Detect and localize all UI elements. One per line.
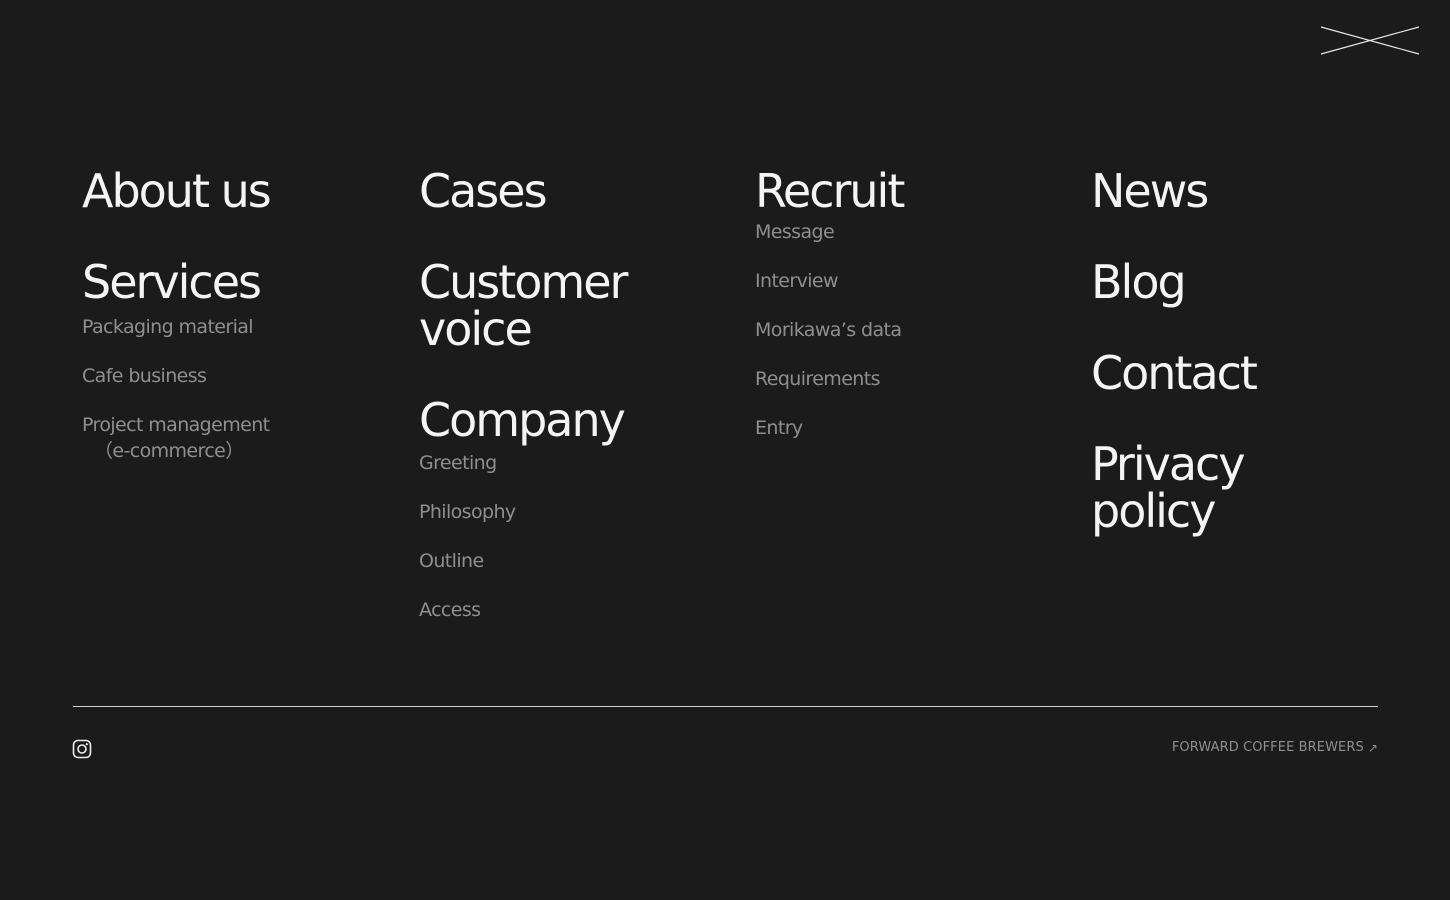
nav-cases[interactable]: Cases [419,168,739,215]
forward-coffee-brewers-link[interactable]: FORWARD COFFEE BREWERS ↗ [1172,740,1378,755]
customer-voice-line2: voice [419,302,533,356]
nav-services[interactable]: Services [82,259,402,306]
project-management-label: Project management [82,414,270,436]
instagram-icon [72,739,92,763]
close-button[interactable] [1320,26,1420,56]
nav-recruit[interactable]: Recruit [755,168,1075,215]
nav-requirements[interactable]: Requirements [755,366,1075,392]
instagram-link[interactable] [72,739,92,759]
nav-news[interactable]: News [1091,168,1411,215]
nav-packaging-material[interactable]: Packaging material [82,314,402,340]
brand-link-label: FORWARD COFFEE BREWERS [1171,740,1364,755]
customer-voice-line1: Customer [419,255,628,309]
close-icon [1320,26,1420,56]
nav-column-1: About us Services Packaging material Caf… [82,168,402,508]
nav-about-us[interactable]: About us [82,168,402,215]
nav-company[interactable]: Company [419,397,739,444]
footer-divider [73,706,1378,707]
nav-column-2: Cases Customer voice Company Greeting Ph… [419,168,739,667]
nav-blog[interactable]: Blog [1091,259,1411,306]
nav-outline[interactable]: Outline [419,548,739,574]
privacy-policy-line1: Privacy [1091,437,1246,491]
nav-interview[interactable]: Interview [755,268,1075,294]
nav-greeting[interactable]: Greeting [419,450,739,476]
company-sublist: Greeting Philosophy Outline Access [419,450,739,623]
nav-customer-voice[interactable]: Customer voice [419,259,739,353]
nav-column-3: Recruit Message Interview Morikawa’s dat… [755,168,1075,485]
nav-project-management[interactable]: Project management （e-commerce） [82,412,402,464]
nav-philosophy[interactable]: Philosophy [419,499,739,525]
nav-privacy-policy[interactable]: Privacy policy [1091,441,1411,535]
recruit-sublist: Message Interview Morikawa’s data Requir… [755,219,1075,441]
nav-access[interactable]: Access [419,597,739,623]
external-arrow-icon: ↗ [1367,740,1378,755]
nav-message[interactable]: Message [755,219,1075,245]
project-management-ecommerce-label: （e-commerce） [94,440,244,462]
nav-entry[interactable]: Entry [755,415,1075,441]
nav-cafe-business[interactable]: Cafe business [82,363,402,389]
services-sublist: Packaging material Cafe business Project… [82,314,402,464]
privacy-policy-line2: policy [1091,484,1216,538]
nav-morikawas-data[interactable]: Morikawa’s data [755,317,1075,343]
nav-contact[interactable]: Contact [1091,350,1411,397]
nav-column-4: News Blog Contact Privacy policy [1091,168,1411,579]
